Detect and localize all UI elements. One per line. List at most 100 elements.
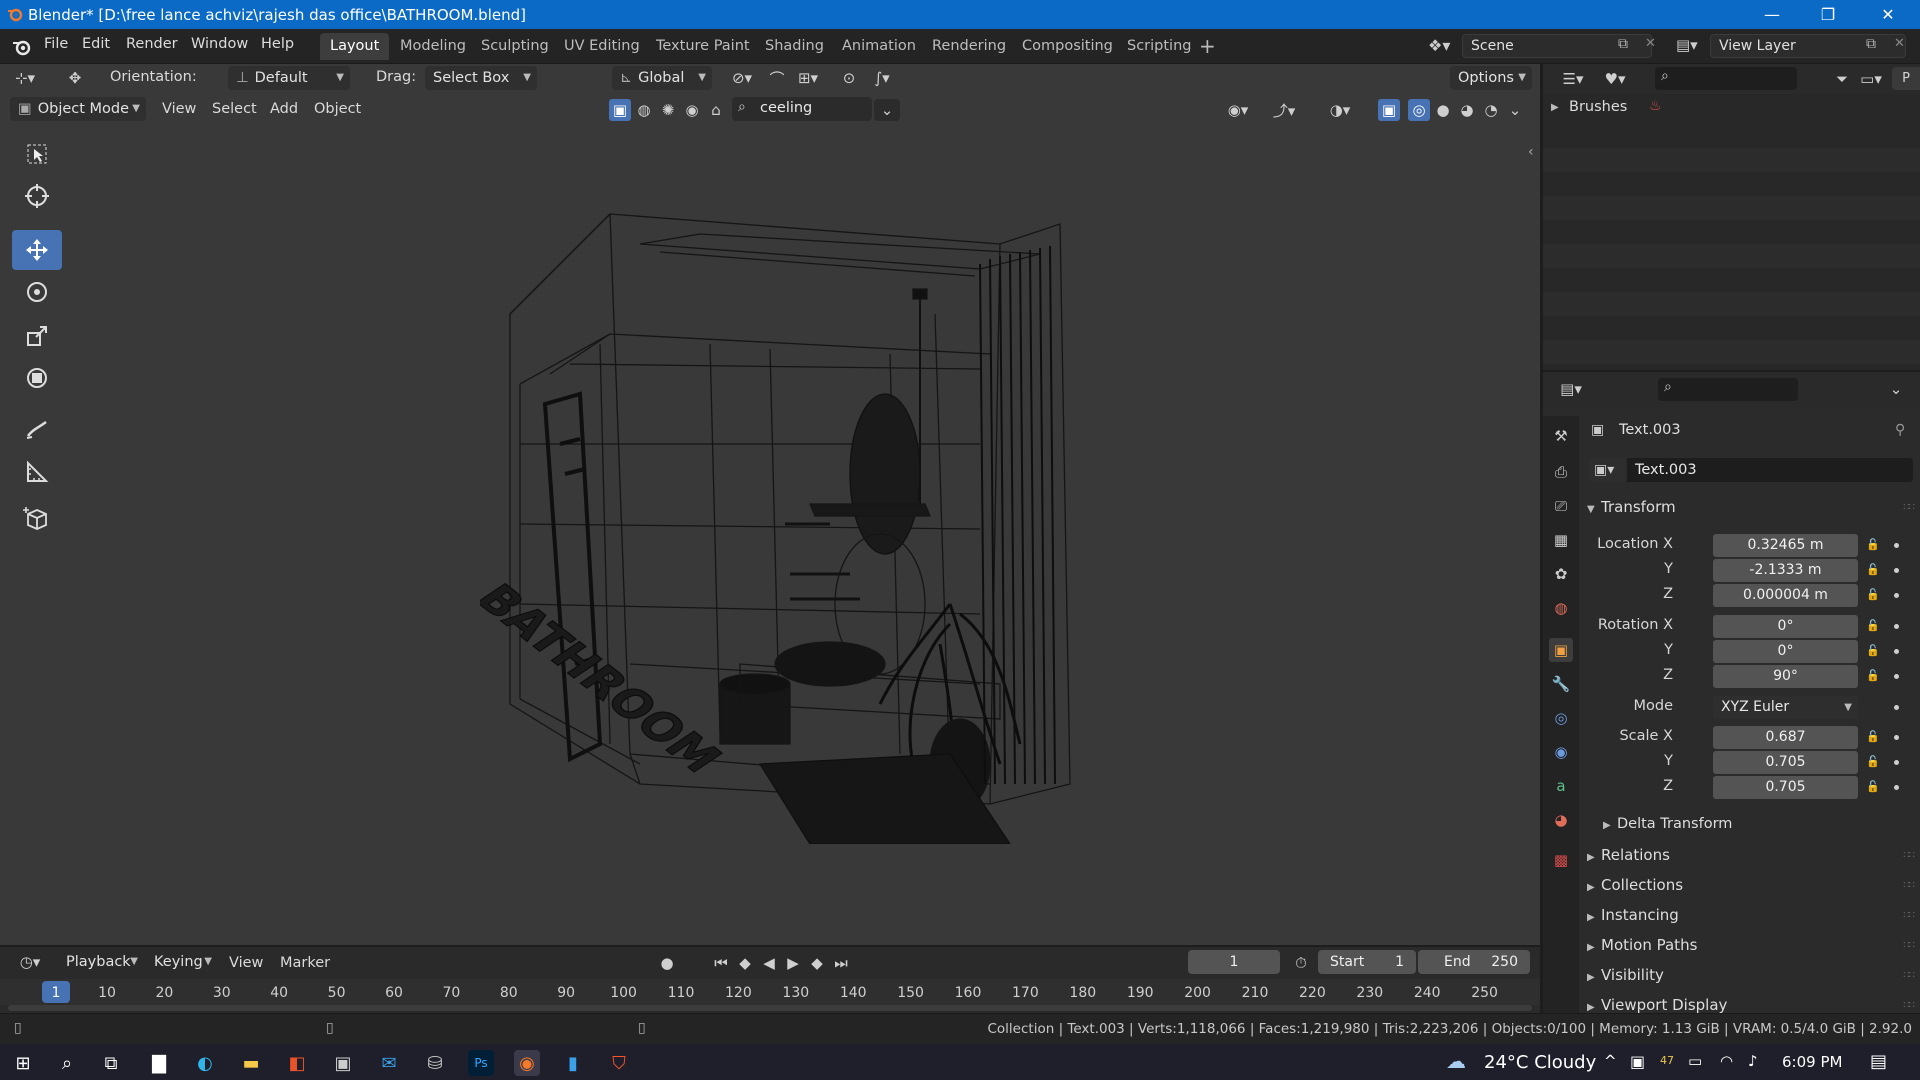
blender-menu-icon[interactable] <box>12 37 32 57</box>
network-monitor-icon[interactable]: ▣ <box>1630 1052 1645 1071</box>
editor-type-icon[interactable]: ◷▾ <box>12 951 48 973</box>
filter-funnel-icon[interactable]: ⏷ <box>1831 68 1853 90</box>
tab-modeling[interactable]: Modeling <box>390 33 476 60</box>
tab-texture-paint[interactable]: Texture Paint <box>646 33 760 60</box>
clock-time[interactable]: 6:09 PM <box>1782 1053 1842 1071</box>
transform-orientation-dropdown[interactable]: ⊾ Global ▼ <box>612 66 712 90</box>
pin-tab-icon[interactable]: P <box>1892 67 1920 90</box>
delete-scene-icon[interactable]: ✕ <box>1645 36 1656 51</box>
keyframe-dot-icon[interactable] <box>1894 760 1899 765</box>
record-icon[interactable]: ● <box>656 952 678 974</box>
tab-shading[interactable]: Shading <box>755 33 834 60</box>
texture-tab-icon[interactable]: ▩ <box>1549 848 1573 872</box>
menu-render[interactable]: Render <box>126 36 178 52</box>
lock-icon[interactable]: 🔓 <box>1866 730 1880 744</box>
jump-start-icon[interactable]: ⏮ <box>710 952 732 974</box>
expand-triangle-icon[interactable]: ▶ <box>1551 102 1559 113</box>
blender-taskbar-icon[interactable]: ◉ <box>514 1050 540 1076</box>
panel-grip-icon[interactable]: ∷∷ <box>1903 910 1915 921</box>
location-y-field[interactable]: -2.1333 m <box>1713 559 1858 582</box>
scale-z-field[interactable]: 0.705 <box>1713 776 1858 799</box>
lock-icon[interactable]: 🔓 <box>1866 780 1880 794</box>
properties-search-field[interactable]: ⌕ <box>1658 378 1798 401</box>
end-frame-field[interactable]: End 250 <box>1418 950 1530 974</box>
keyframe-dot-icon[interactable] <box>1894 593 1899 598</box>
timeline-scrollbar[interactable] <box>8 1005 1532 1011</box>
xray-toggle-icon[interactable]: ▣ <box>1378 99 1400 121</box>
tab-scripting[interactable]: Scripting <box>1117 33 1201 60</box>
playback-menu[interactable]: Playback ▼ <box>58 950 144 974</box>
snap-magnet-icon[interactable]: ⌒ <box>766 67 788 89</box>
editor-type-icon[interactable]: ▤▾ <box>1553 378 1589 400</box>
new-scene-icon[interactable]: ⧉ <box>1618 36 1628 52</box>
annotate-tool[interactable] <box>12 409 62 449</box>
transform-tool[interactable] <box>12 358 62 398</box>
cloud-weather-icon[interactable]: ☁ <box>1446 1049 1466 1073</box>
sidebar-toggle-icon[interactable]: ‹ <box>1528 144 1534 160</box>
menu-select[interactable]: Select <box>212 101 257 117</box>
scene-selector-icon[interactable]: ❖▾ <box>1428 36 1450 55</box>
scale-y-field[interactable]: 0.705 <box>1713 751 1858 774</box>
rotation-mode-dropdown[interactable]: XYZ Euler ▼ <box>1713 696 1858 719</box>
lock-icon[interactable]: 🔓 <box>1866 538 1880 552</box>
scale-tool[interactable] <box>12 316 62 356</box>
mode-dropdown[interactable]: ▣ Object Mode ▼ <box>10 97 146 121</box>
timeline-marker-menu[interactable]: Marker <box>280 955 330 971</box>
viewport-display-panel-header[interactable]: ▶ Viewport Display <box>1587 996 1727 1014</box>
orientation-dropdown[interactable]: ⊥ Default ▼ <box>228 66 350 90</box>
office-icon[interactable]: ◧ <box>284 1050 310 1076</box>
material-tab-icon[interactable]: ◕ <box>1549 808 1573 832</box>
play-reverse-icon[interactable]: ◀ <box>758 952 780 974</box>
delete-view-layer-icon[interactable]: ✕ <box>1894 36 1905 51</box>
keying-menu[interactable]: Keying ▼ <box>146 950 218 974</box>
panel-grip-icon[interactable]: ∷∷ <box>1903 850 1915 861</box>
visibility-panel-header[interactable]: ▶ Visibility <box>1587 966 1664 984</box>
menu-help[interactable]: Help <box>261 36 294 52</box>
solid-shading-icon[interactable]: ● <box>1432 99 1454 121</box>
volume-icon[interactable]: ♪ <box>1748 1052 1758 1070</box>
overlays-icon[interactable]: ◑▾ <box>1322 99 1358 121</box>
snap-increment-icon[interactable]: ⊞▾ <box>790 67 826 89</box>
lock-icon[interactable]: 🔓 <box>1866 669 1880 683</box>
collections-panel-header[interactable]: ▶ Collections <box>1587 876 1683 894</box>
lock-icon[interactable]: 🔓 <box>1866 619 1880 633</box>
measure-tool[interactable] <box>12 452 62 492</box>
cursor-tool[interactable] <box>12 176 62 216</box>
stopwatch-icon[interactable]: ⏱ <box>1290 952 1312 974</box>
photos-icon[interactable]: ▣ <box>330 1050 356 1076</box>
new-view-layer-icon[interactable]: ⧉ <box>1866 36 1876 52</box>
minimize-button[interactable]: — <box>1744 0 1800 29</box>
keyframe-dot-icon[interactable] <box>1894 785 1899 790</box>
rotate-tool[interactable] <box>12 272 62 312</box>
file-icon[interactable]: ▇ <box>146 1050 172 1076</box>
relations-panel-header[interactable]: ▶ Relations <box>1587 846 1670 864</box>
menu-add[interactable]: Add <box>270 101 298 117</box>
proportional-edit-icon[interactable]: ⊙ <box>838 67 860 89</box>
filter-selectable-icon[interactable]: ▣ <box>609 99 631 121</box>
menu-edit[interactable]: Edit <box>82 36 110 52</box>
transform-panel-header[interactable]: ▼ Transform <box>1587 498 1676 516</box>
start-frame-field[interactable]: Start 1 <box>1318 950 1416 974</box>
drag-dropdown[interactable]: Select Box ▼ <box>425 66 537 90</box>
notepad-icon[interactable]: ▮ <box>560 1050 586 1076</box>
wifi-icon[interactable]: ◠ <box>1720 1052 1733 1070</box>
keyframe-dot-icon[interactable] <box>1894 649 1899 654</box>
menu-view[interactable]: View <box>162 101 196 117</box>
lock-icon[interactable]: 🔓 <box>1866 644 1880 658</box>
filter-dropdown-icon[interactable]: ⌄ <box>874 99 900 121</box>
editor-type-icon[interactable]: ⊹▾ <box>14 67 36 89</box>
filter-mesh-icon[interactable]: ◍ <box>633 99 655 121</box>
keyframe-dot-icon[interactable] <box>1894 735 1899 740</box>
object-name-field[interactable]: Text.003 <box>1627 458 1913 482</box>
tab-compositing[interactable]: Compositing <box>1012 33 1123 60</box>
mail-icon[interactable]: ✉ <box>376 1050 402 1076</box>
render-tab-icon[interactable]: ⎙ <box>1549 460 1573 484</box>
shading-options-icon[interactable]: ⌄ <box>1504 99 1526 121</box>
keyframe-dot-icon[interactable] <box>1894 543 1899 548</box>
material-preview-icon[interactable]: ◕ <box>1456 99 1478 121</box>
lock-icon[interactable]: 🔓 <box>1866 563 1880 577</box>
current-frame-field[interactable]: 1 <box>1188 950 1280 974</box>
tool-tab-icon[interactable]: ⚒ <box>1549 424 1573 448</box>
move-tool[interactable] <box>12 230 62 270</box>
tab-uv-editing[interactable]: UV Editing <box>554 33 650 60</box>
